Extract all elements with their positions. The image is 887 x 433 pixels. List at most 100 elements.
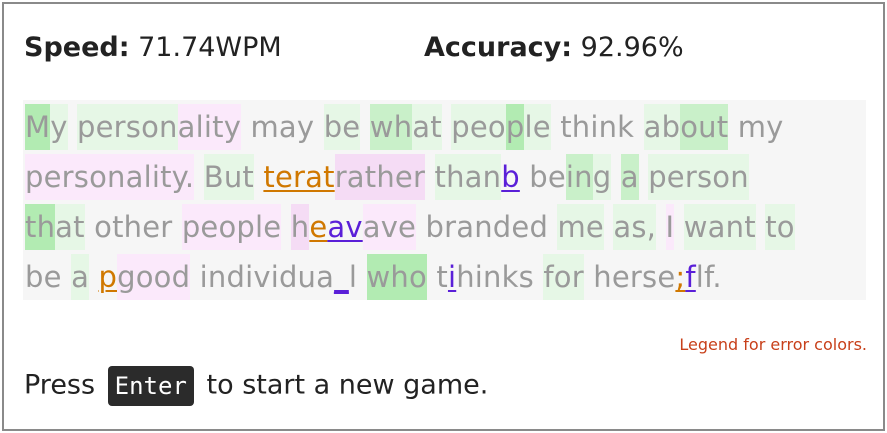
passage-segment: individua — [199, 260, 335, 294]
passage-segment — [584, 254, 593, 300]
passage-segment — [416, 204, 425, 250]
passage-segment: in — [565, 154, 593, 200]
passage-segment — [756, 204, 765, 250]
passage-segment: think — [560, 110, 635, 144]
passage-segment: at — [55, 204, 85, 250]
passage-segment — [520, 154, 529, 200]
passage-segment: le — [524, 104, 551, 150]
passage-segment — [674, 204, 683, 250]
speed-stat: Speed: 71.74WPM — [24, 32, 282, 63]
passage-segment — [254, 154, 263, 200]
passage-segment: than — [434, 154, 502, 200]
passage-segment: branded — [425, 210, 549, 244]
passage-segment — [534, 254, 543, 300]
passage-segment: ave — [362, 204, 417, 250]
speed-label: Speed: — [24, 32, 130, 63]
typing-passage[interactable]: My personality may be what people think … — [23, 100, 866, 300]
passage-segment: M — [25, 104, 51, 150]
passage-segment — [639, 154, 648, 200]
passage-segment: people — [181, 204, 282, 250]
passage-segment — [241, 104, 250, 150]
passage-segment: y — [50, 104, 68, 150]
passage-segment: I — [665, 204, 675, 250]
passage-line: that other people heavave branded me as,… — [25, 204, 795, 250]
typing-error: p — [98, 260, 118, 294]
passage-segment: other — [94, 210, 173, 244]
passage-segment — [548, 204, 557, 250]
passage-segment — [634, 104, 643, 150]
passage-segment — [62, 254, 71, 300]
passage-segment: good — [117, 254, 191, 300]
passage-segment — [85, 204, 94, 250]
enter-key[interactable]: Enter — [107, 366, 194, 406]
passage-segment: person — [77, 104, 178, 150]
accuracy-value: 92.96% — [580, 32, 684, 63]
typing-error: b — [501, 160, 520, 194]
passage-segment: as, — [613, 204, 657, 250]
passage-segment: l — [348, 260, 358, 294]
restart-hint: Press Enter to start a new game. — [24, 366, 488, 406]
passage-segment: g — [592, 154, 612, 200]
passage-segment: may — [250, 110, 315, 144]
passage-segment: ality — [177, 104, 242, 150]
passage-segment — [611, 154, 620, 200]
passage-segment: me — [557, 204, 604, 250]
passage-line: My personality may be what people think … — [25, 104, 784, 150]
passage-segment — [442, 104, 451, 150]
typing-error: ; — [675, 260, 686, 294]
passage-segment — [172, 204, 181, 250]
passage-segment: th — [25, 204, 56, 250]
typing-error: f — [685, 260, 696, 294]
passage-segment — [89, 254, 98, 300]
passage-segment — [425, 154, 434, 200]
passage-segment: But — [203, 154, 254, 200]
passage-segment: a — [71, 254, 90, 300]
accuracy-label: Accuracy: — [424, 32, 573, 63]
passage-segment: person — [648, 154, 749, 200]
passage-segment: hinks — [456, 260, 534, 294]
passage-segment: my — [737, 110, 784, 144]
restart-hint-prefix: Press — [24, 369, 96, 401]
passage-segment: out — [680, 104, 729, 150]
passage-line: be a pgood individua_l who tihinks for h… — [25, 254, 722, 300]
passage-segment — [656, 204, 665, 250]
passage-segment: ab — [643, 104, 681, 150]
typing-error: terat — [263, 160, 335, 194]
passage-segment — [551, 104, 560, 150]
game-panel: Speed: 71.74WPM Accuracy: 92.96% My pers… — [2, 2, 885, 431]
passage-segment — [427, 254, 436, 300]
passage-segment — [281, 204, 290, 250]
passage-segment: who — [366, 254, 427, 300]
typing-error: _ — [334, 260, 349, 294]
passage-segment: h — [290, 204, 310, 250]
passage-segment — [68, 104, 77, 150]
stats-bar: Speed: 71.74WPM Accuracy: 92.96% — [24, 32, 684, 63]
error-color-legend-link[interactable]: Legend for error colors. — [679, 335, 867, 354]
passage-segment — [728, 104, 737, 150]
passage-segment: be — [323, 104, 361, 150]
passage-segment — [360, 104, 369, 150]
restart-hint-suffix: to start a new game. — [206, 369, 489, 401]
passage-line: personality. But teratrather thanb being… — [25, 154, 749, 200]
typing-error: e — [309, 210, 328, 244]
passage-segment: a — [620, 154, 639, 200]
passage-segment: herse — [593, 260, 676, 294]
passage-segment: be — [529, 160, 566, 194]
passage-segment — [604, 204, 613, 250]
typing-error: av — [327, 210, 363, 244]
passage-segment: for — [543, 254, 584, 300]
passage-segment: at — [412, 104, 442, 150]
passage-segment: be — [25, 260, 62, 294]
passage-segment: rather — [334, 154, 426, 200]
passage-segment: wh — [369, 104, 413, 150]
passage-segment: peo — [451, 104, 506, 150]
passage-segment — [194, 154, 203, 200]
passage-segment — [357, 254, 366, 300]
passage-segment: t — [436, 260, 448, 294]
passage-segment: want — [683, 204, 756, 250]
typing-error: i — [447, 260, 457, 294]
passage-segment: lf. — [695, 260, 722, 294]
accuracy-stat: Accuracy: 92.96% — [424, 32, 684, 63]
passage-segment — [314, 104, 323, 150]
speed-value: 71.74WPM — [138, 32, 282, 63]
